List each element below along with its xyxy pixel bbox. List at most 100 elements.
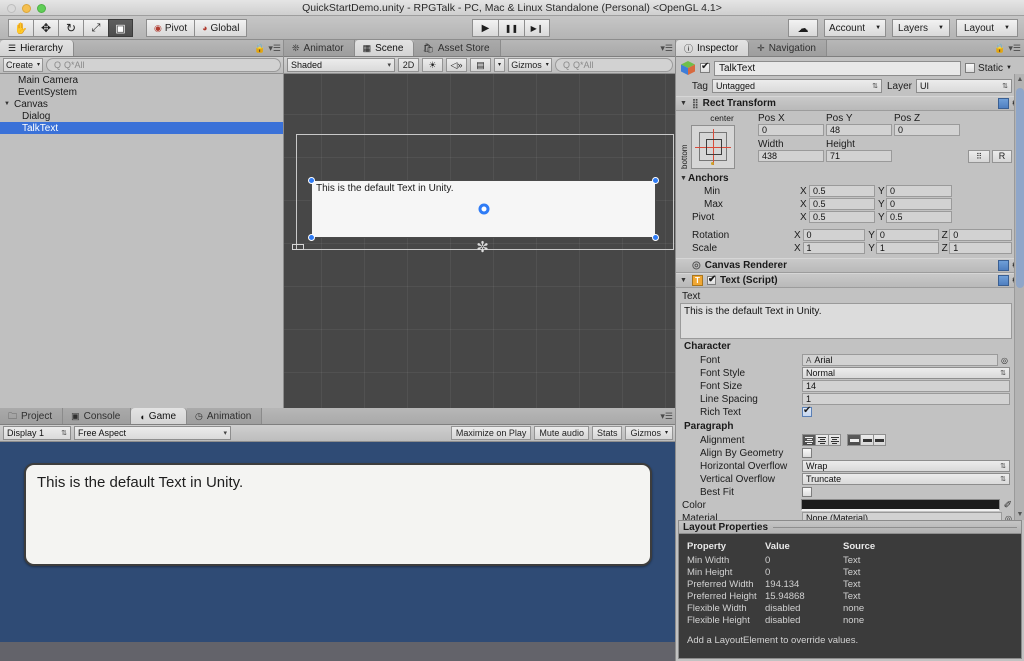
audio-toggle-button[interactable]: ◁» — [446, 58, 467, 72]
aspect-dropdown[interactable]: Free Aspect ▾ — [74, 426, 231, 440]
foldout-arrow-icon[interactable]: ▼ — [4, 101, 14, 107]
line-spacing-input[interactable]: 1 — [802, 393, 1010, 405]
anchor-min-x-input[interactable]: 0.5 — [809, 185, 875, 197]
align-middle-button[interactable] — [860, 434, 873, 446]
rich-text-checkbox[interactable] — [802, 405, 812, 417]
hierarchy-item-main-camera[interactable]: Main Camera — [0, 74, 284, 86]
text-color-swatch[interactable] — [801, 499, 1000, 511]
anchors-foldout-row[interactable]: ▼ Anchors — [680, 172, 1012, 184]
static-checkbox[interactable] — [965, 63, 976, 73]
rotation-y-input[interactable]: 0 — [875, 229, 939, 241]
tag-dropdown[interactable]: Untagged ⇅ — [712, 79, 882, 93]
anchor-gizmo[interactable]: ✼ — [474, 239, 491, 256]
create-button[interactable]: Create ▾ — [3, 58, 43, 72]
account-dropdown[interactable]: Account ▼ — [824, 19, 886, 37]
display-dropdown[interactable]: Display 1 ⇅ — [3, 426, 71, 440]
text-component-enabled-checkbox[interactable] — [707, 274, 716, 285]
inspector-scroll-thumb[interactable] — [1016, 88, 1024, 288]
inspector-scrollbar[interactable]: ▲ ▼ — [1014, 74, 1024, 520]
tab-asset-store[interactable]: 🛍 Asset Store — [414, 40, 501, 56]
vertical-overflow-dropdown[interactable]: Truncate ⇅ — [802, 473, 1010, 485]
anchor-max-x-input[interactable]: 0.5 — [809, 198, 875, 210]
best-fit-checkbox[interactable] — [802, 487, 812, 497]
hand-tool-button[interactable]: ✋ — [8, 19, 33, 37]
shading-mode-dropdown[interactable]: Shaded ▾ — [287, 58, 395, 72]
height-input[interactable]: 71 — [826, 150, 892, 162]
horizontal-overflow-dropdown[interactable]: Wrap ⇅ — [802, 460, 1010, 472]
scene-viewport[interactable]: This is the default Text in Unity. ✼ — [284, 74, 676, 408]
tab-navigation[interactable]: ✛ Navigation — [749, 40, 827, 56]
move-tool-button[interactable]: ✥ — [33, 19, 58, 37]
menu-icon[interactable]: ▾☰ — [1008, 43, 1021, 54]
pivot-gizmo[interactable] — [478, 203, 489, 215]
scene-search-input[interactable]: Q Q*All — [555, 58, 673, 72]
anchor-preset-button[interactable] — [691, 125, 735, 169]
tab-scene[interactable]: ▦ Scene — [354, 40, 415, 56]
pos-x-input[interactable]: 0 — [758, 124, 824, 136]
pos-y-input[interactable]: 48 — [826, 124, 892, 136]
foldout-arrow-icon[interactable]: ▼ — [680, 277, 688, 284]
tab-console[interactable]: ▣ Console — [63, 408, 132, 424]
canvas-scale-handle[interactable] — [292, 244, 304, 250]
scale-z-input[interactable]: 1 — [949, 242, 1012, 254]
mute-audio-button[interactable]: Mute audio — [534, 426, 589, 440]
font-object-field[interactable]: A Arial — [802, 354, 998, 366]
rotation-z-input[interactable]: 0 — [949, 229, 1012, 241]
gizmos-dropdown[interactable]: Gizmos ▾ — [508, 58, 552, 72]
font-size-input[interactable]: 14 — [802, 380, 1010, 392]
canvas-renderer-header[interactable]: ▼ ◎ Canvas Renderer ⚙ — [676, 258, 1024, 273]
scroll-down-icon[interactable]: ▼ — [1016, 511, 1024, 518]
global-toggle-button[interactable]: ◕ Global — [194, 19, 248, 37]
lock-icon[interactable]: 🔒 — [994, 43, 1005, 54]
align-by-geometry-checkbox[interactable] — [802, 448, 812, 458]
lock-icon[interactable]: 🔒 — [254, 43, 265, 54]
scale-x-input[interactable]: 1 — [802, 242, 866, 254]
menu-icon[interactable]: ▾☰ — [268, 43, 281, 54]
layer-dropdown[interactable]: UI ⇅ — [916, 79, 1012, 93]
hierarchy-tree[interactable]: Main Camera EventSystem ▼ Canvas Dialog TalkT… — [0, 74, 284, 408]
lighting-toggle-button[interactable]: ☀ — [422, 58, 443, 72]
rotate-tool-button[interactable]: ↻ — [58, 19, 83, 37]
anchor-max-y-input[interactable]: 0 — [886, 198, 952, 210]
hierarchy-search-input[interactable]: Q Q*All — [46, 58, 281, 72]
align-center-button[interactable] — [815, 434, 828, 446]
eyedropper-icon[interactable]: ✐ — [1004, 500, 1012, 511]
hierarchy-tab-menu[interactable]: 🔒 ▾☰ — [254, 43, 281, 54]
foldout-arrow-icon[interactable]: ▼ — [680, 100, 688, 107]
toggle-2d-button[interactable]: 2D — [398, 58, 419, 72]
pos-z-input[interactable]: 0 — [894, 124, 960, 136]
game-gizmos-dropdown[interactable]: Gizmos ▾ — [625, 426, 673, 440]
foldout-arrow-icon[interactable]: ▼ — [680, 175, 688, 182]
rect-transform-header[interactable]: ▼ ⣿ Rect Transform ⚙ — [676, 96, 1024, 111]
maximize-on-play-button[interactable]: Maximize on Play — [450, 426, 532, 440]
layers-dropdown[interactable]: Layers ▼ — [892, 19, 950, 37]
effects-dropdown[interactable]: ▾ — [494, 58, 505, 72]
font-style-dropdown[interactable]: Normal ⇅ — [802, 367, 1010, 379]
text-content-textarea[interactable]: This is the default Text in Unity. — [680, 303, 1012, 339]
font-picker-icon[interactable]: ◎ — [1001, 356, 1008, 365]
selected-text-rect[interactable]: This is the default Text in Unity. — [308, 177, 659, 241]
object-name-input[interactable]: TalkText — [714, 60, 962, 76]
scale-y-input[interactable]: 1 — [875, 242, 939, 254]
hierarchy-item-eventsystem[interactable]: EventSystem — [0, 86, 284, 98]
object-enabled-checkbox[interactable] — [700, 61, 710, 73]
hierarchy-item-canvas[interactable]: ▼ Canvas — [0, 98, 284, 110]
static-toggle[interactable]: Static ▼ — [965, 63, 1012, 74]
inspector-tab-menu[interactable]: 🔒 ▾☰ — [994, 43, 1021, 54]
pivot-toggle-button[interactable]: ◉ Pivot — [146, 19, 195, 37]
tab-animation[interactable]: ◷ Animation — [187, 408, 263, 424]
tab-game[interactable]: ◖ Game — [131, 408, 188, 424]
effects-button[interactable]: ▤ — [470, 58, 491, 72]
game-tab-menu[interactable]: ▾☰ — [660, 411, 673, 422]
hierarchy-item-talktext[interactable]: TalkText — [0, 122, 284, 134]
raw-edit-button[interactable]: R — [992, 149, 1012, 163]
tab-animator[interactable]: ❊ Animator — [284, 40, 355, 56]
hierarchy-item-dialog[interactable]: Dialog — [0, 110, 284, 122]
stats-button[interactable]: Stats — [591, 426, 623, 440]
pivot-y-input[interactable]: 0.5 — [886, 211, 952, 223]
step-button[interactable]: ▶❙ — [524, 19, 550, 37]
resize-handle-br[interactable] — [652, 234, 659, 241]
scale-tool-button[interactable]: ⤢ — [83, 19, 108, 37]
chevron-down-icon[interactable]: ▼ — [1006, 65, 1012, 71]
tab-hierarchy[interactable]: ☰ Hierarchy — [0, 40, 74, 56]
